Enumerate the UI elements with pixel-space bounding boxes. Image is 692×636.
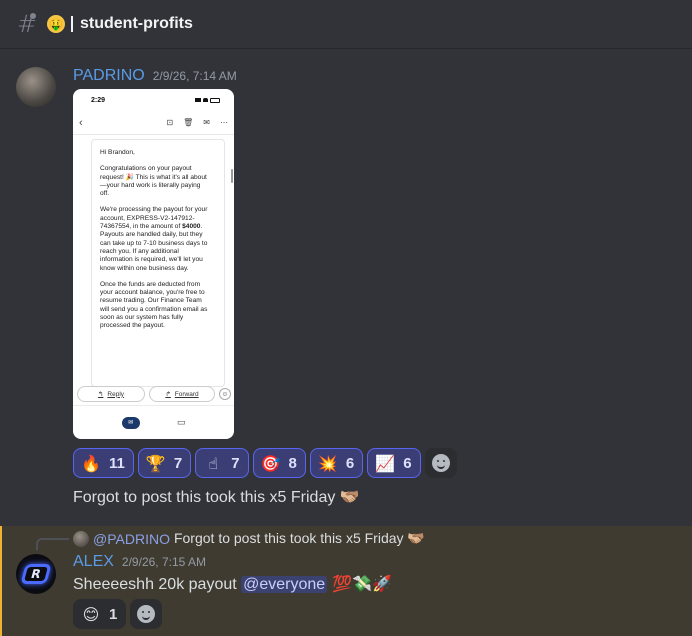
reaction-bar: 🔥 11 🏆 7 ☝ 7 🎯 8 💥 6 📈 6 bbox=[73, 448, 457, 478]
mail-bottom-nav: ✉ ▭ bbox=[73, 405, 234, 439]
add-reaction-button[interactable] bbox=[424, 448, 457, 478]
forward-arrow-icon: ↱ bbox=[165, 391, 171, 398]
reply-spine bbox=[36, 538, 69, 550]
email-reply-button: ↰ Reply bbox=[77, 386, 145, 402]
reaction-trophy[interactable]: 🏆 7 bbox=[137, 448, 192, 478]
avatar[interactable] bbox=[16, 67, 56, 107]
mail-toolbar: ‹ ⊡ 🗑 ✉ ⋯ bbox=[73, 111, 234, 135]
reply-avatar bbox=[73, 530, 89, 547]
message-content: Forgot to post this took this x5 Friday … bbox=[73, 489, 360, 506]
channel-name: student-profits bbox=[80, 15, 193, 32]
message-content: Sheeeeshh 20k payout @everyone 💯💸🚀 bbox=[73, 574, 393, 593]
reaction-point-up[interactable]: ☝ 7 bbox=[195, 448, 249, 478]
thread-hash-icon: # bbox=[17, 10, 38, 38]
email-greeting: Hi Brandon, bbox=[100, 149, 135, 156]
author-name[interactable]: PADRINO bbox=[73, 67, 145, 85]
more-icon: ⋯ bbox=[219, 118, 228, 127]
email-forward-button: ↱ Forward bbox=[149, 386, 215, 402]
message-timestamp[interactable]: 2/9/26, 7:14 AM bbox=[153, 69, 237, 83]
channel-header: # 🤑 student-profits bbox=[0, 0, 692, 49]
email-actions: ↰ Reply ↱ Forward ☺ bbox=[77, 385, 232, 403]
message-header: PADRINO 2/9/26, 7:14 AM bbox=[73, 67, 237, 85]
email-paragraph-3: Once the funds are deducted from your ac… bbox=[100, 280, 208, 330]
reply-author[interactable]: @PADRINO bbox=[93, 531, 170, 547]
avatar[interactable]: R bbox=[16, 554, 56, 594]
status-icons bbox=[195, 97, 220, 103]
archive-icon: ⊡ bbox=[166, 118, 174, 127]
message-timestamp[interactable]: 2/9/26, 7:15 AM bbox=[122, 555, 206, 569]
phone-status-bar: 2:29 bbox=[73, 89, 234, 111]
scroll-indicator bbox=[231, 169, 233, 183]
emoji-icon: ☺ bbox=[219, 388, 231, 400]
mail-icon: ✉ bbox=[203, 118, 210, 127]
everyone-mention[interactable]: @everyone bbox=[241, 576, 328, 593]
back-arrow-icon: ‹ bbox=[79, 116, 83, 129]
mail-tab-icon: ✉ bbox=[121, 416, 140, 429]
reaction-boom[interactable]: 💥 6 bbox=[309, 448, 364, 478]
reaction-chart[interactable]: 📈 6 bbox=[367, 448, 421, 478]
add-reaction-icon bbox=[431, 454, 450, 472]
email-body: Hi Brandon, Congratulations on your payo… bbox=[100, 149, 210, 381]
add-reaction-icon bbox=[137, 605, 156, 623]
channel-emoji: 🤑 bbox=[47, 15, 65, 33]
message-emojis: 💯💸🚀 bbox=[327, 574, 393, 593]
alex-logo-icon: R bbox=[20, 564, 52, 584]
add-reaction-button[interactable] bbox=[130, 599, 163, 629]
trash-icon: 🗑 bbox=[183, 118, 194, 127]
reply-arrow-icon: ↰ bbox=[97, 391, 104, 398]
author-name[interactable]: ALEX bbox=[73, 553, 114, 571]
payout-amount: $4000 bbox=[182, 223, 201, 231]
email-paragraph-1: Congratulations on your payout request! … bbox=[100, 165, 207, 198]
image-attachment[interactable]: 2:29 ‹ ⊡ 🗑 ✉ ⋯ Hi Brandon, Congratulatio… bbox=[73, 89, 234, 439]
message-header: ALEX 2/9/26, 7:15 AM bbox=[73, 553, 206, 571]
email-paragraph-2: We're processing the payout for your acc… bbox=[100, 206, 208, 272]
channel-separator bbox=[71, 16, 73, 32]
reaction-target[interactable]: 🎯 8 bbox=[252, 448, 306, 478]
reply-text: Forgot to post this took this x5 Friday … bbox=[173, 530, 425, 546]
video-tab-icon: ▭ bbox=[176, 417, 186, 427]
status-time: 2:29 bbox=[91, 96, 106, 104]
reaction-fire[interactable]: 🔥 11 bbox=[73, 448, 134, 478]
reply-preview[interactable]: @PADRINO Forgot to post this took this x… bbox=[73, 530, 425, 547]
reaction-bar: 😊 1 bbox=[73, 599, 163, 629]
reaction-smile[interactable]: 😊 1 bbox=[73, 599, 127, 629]
